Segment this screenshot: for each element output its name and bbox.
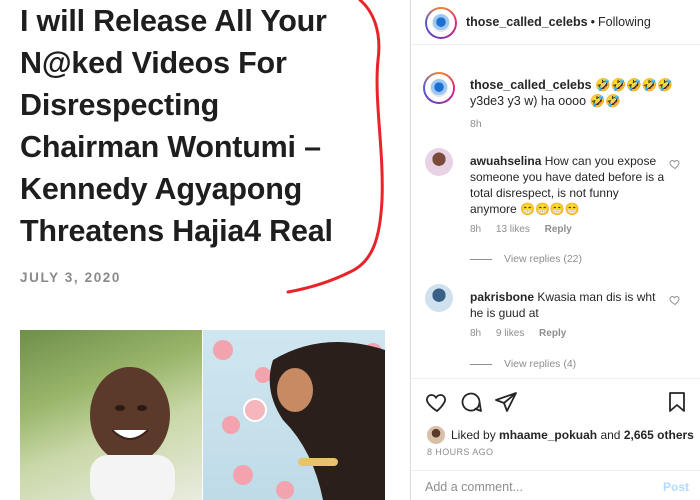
headline-line: I will Release All Your [20, 4, 327, 38]
comment-icon[interactable] [459, 390, 483, 414]
post-header: those_called_celebs • Following [411, 0, 700, 45]
comment-meta: 8h 9 likes Reply [470, 328, 578, 339]
liked-by-and: and [600, 428, 621, 442]
liked-by-prefix: Liked by [451, 428, 496, 442]
caption-age: 8h [470, 118, 482, 130]
share-icon[interactable] [494, 390, 518, 414]
instagram-panel: those_called_celebs • Following those_call… [410, 0, 700, 500]
comment-age: 8h [470, 328, 482, 339]
headline-line: N@ked Videos For [20, 46, 287, 80]
article-date: JULY 3, 2020 [20, 270, 122, 285]
add-comment-bar: Post [411, 470, 700, 500]
view-replies-label[interactable]: View replies (22) [504, 253, 582, 265]
comment-username[interactable]: awuahselina [470, 154, 541, 168]
comments-list[interactable]: those_called_celebs 🤣🤣🤣🤣🤣 y3de3 y3 w) ha… [411, 46, 700, 378]
reply-button[interactable]: Reply [545, 224, 572, 235]
avatar[interactable] [423, 72, 455, 104]
profile-logo-icon [432, 14, 450, 32]
avatar[interactable] [425, 284, 453, 312]
headline-line: Chairman Wontumi – [20, 130, 321, 164]
comment-username[interactable]: pakrisbone [470, 290, 534, 304]
headline-line: Disrespecting [20, 88, 220, 122]
view-replies-button[interactable]: View replies (22) [470, 253, 582, 265]
comment-text: awuahselina How can you expose someone y… [470, 153, 665, 217]
reply-button[interactable]: Reply [539, 328, 566, 339]
post-time-ago[interactable]: 8 HOURS AGO [427, 447, 493, 457]
comment-likes[interactable]: 9 likes [496, 328, 524, 339]
comment-meta: 8h 13 likes Reply [470, 224, 584, 235]
comment-likes[interactable]: 13 likes [496, 224, 530, 235]
divider [470, 363, 492, 365]
heart-icon[interactable] [425, 390, 449, 414]
post-username[interactable]: those_called_celebs [466, 15, 588, 29]
separator: • [590, 15, 595, 29]
heart-icon[interactable] [669, 294, 681, 306]
comment-input[interactable] [425, 477, 625, 497]
headline-line: Kennedy Agyapong [20, 172, 303, 206]
profile-logo-icon [430, 79, 448, 97]
post-button[interactable]: Post [663, 480, 689, 494]
article-panel: I will Release All Your N@ked Videos For… [0, 0, 410, 500]
liked-by-others[interactable]: 2,665 others [624, 428, 694, 442]
heart-icon[interactable] [669, 158, 681, 170]
article-photo [20, 330, 385, 500]
article-headline: I will Release All Your N@ked Videos For… [20, 0, 390, 252]
avatar[interactable] [427, 426, 445, 444]
caption: those_called_celebs 🤣🤣🤣🤣🤣 y3de3 y3 w) ha… [470, 77, 692, 109]
comment-text: pakrisbone Kwasia man dis is wht he is g… [470, 289, 665, 321]
view-replies-label[interactable]: View replies (4) [504, 358, 576, 370]
bookmark-icon[interactable] [665, 390, 689, 414]
divider [470, 258, 492, 260]
avatar[interactable] [425, 148, 453, 176]
photo-woman [203, 330, 385, 500]
caption-username[interactable]: those_called_celebs [470, 78, 592, 92]
liked-by: Liked by mhaame_pokuah and 2,665 others [427, 426, 694, 444]
liked-by-user[interactable]: mhaame_pokuah [499, 428, 597, 442]
avatar[interactable] [425, 7, 457, 39]
headline-line: Threatens Hajia4 Real [20, 214, 333, 248]
post-actions: Liked by mhaame_pokuah and 2,665 others … [411, 378, 700, 478]
comment-age: 8h [470, 224, 482, 235]
view-replies-button[interactable]: View replies (4) [470, 358, 576, 370]
photo-man [20, 330, 202, 500]
following-button[interactable]: Following [598, 15, 651, 29]
